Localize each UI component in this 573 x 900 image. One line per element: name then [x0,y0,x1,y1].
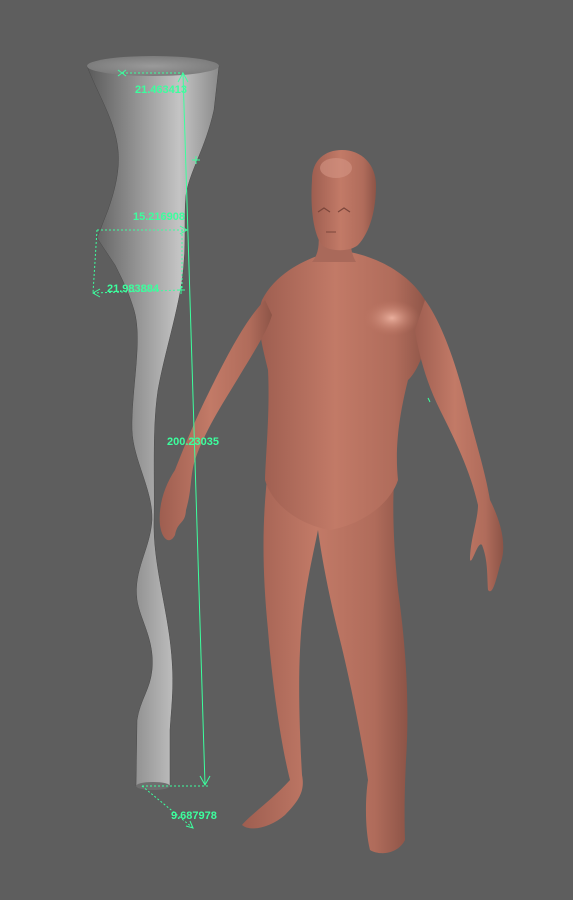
column-base-cap [136,782,170,790]
base-width-label: 9.687978 [171,810,217,822]
mid-width-label: 15.216908 [133,211,185,223]
height-label: 200.23035 [167,436,219,448]
stray-point [427,397,431,403]
head-highlight [320,158,352,178]
lower-width-label: 21.983884 [107,283,159,295]
shoulder-highlight [364,300,420,336]
3d-viewport[interactable]: 21.463413 15.216908 21.983884 200.23035 … [0,0,573,900]
top-width-label: 21.463413 [135,84,187,96]
column-top-cap [87,56,219,76]
right-arm[interactable] [415,300,504,592]
human-figure-mesh[interactable] [159,150,504,854]
lower-left-guide [92,229,98,294]
left-arm[interactable] [159,300,272,541]
torso[interactable] [259,252,429,530]
viewport-scene[interactable] [0,0,573,900]
